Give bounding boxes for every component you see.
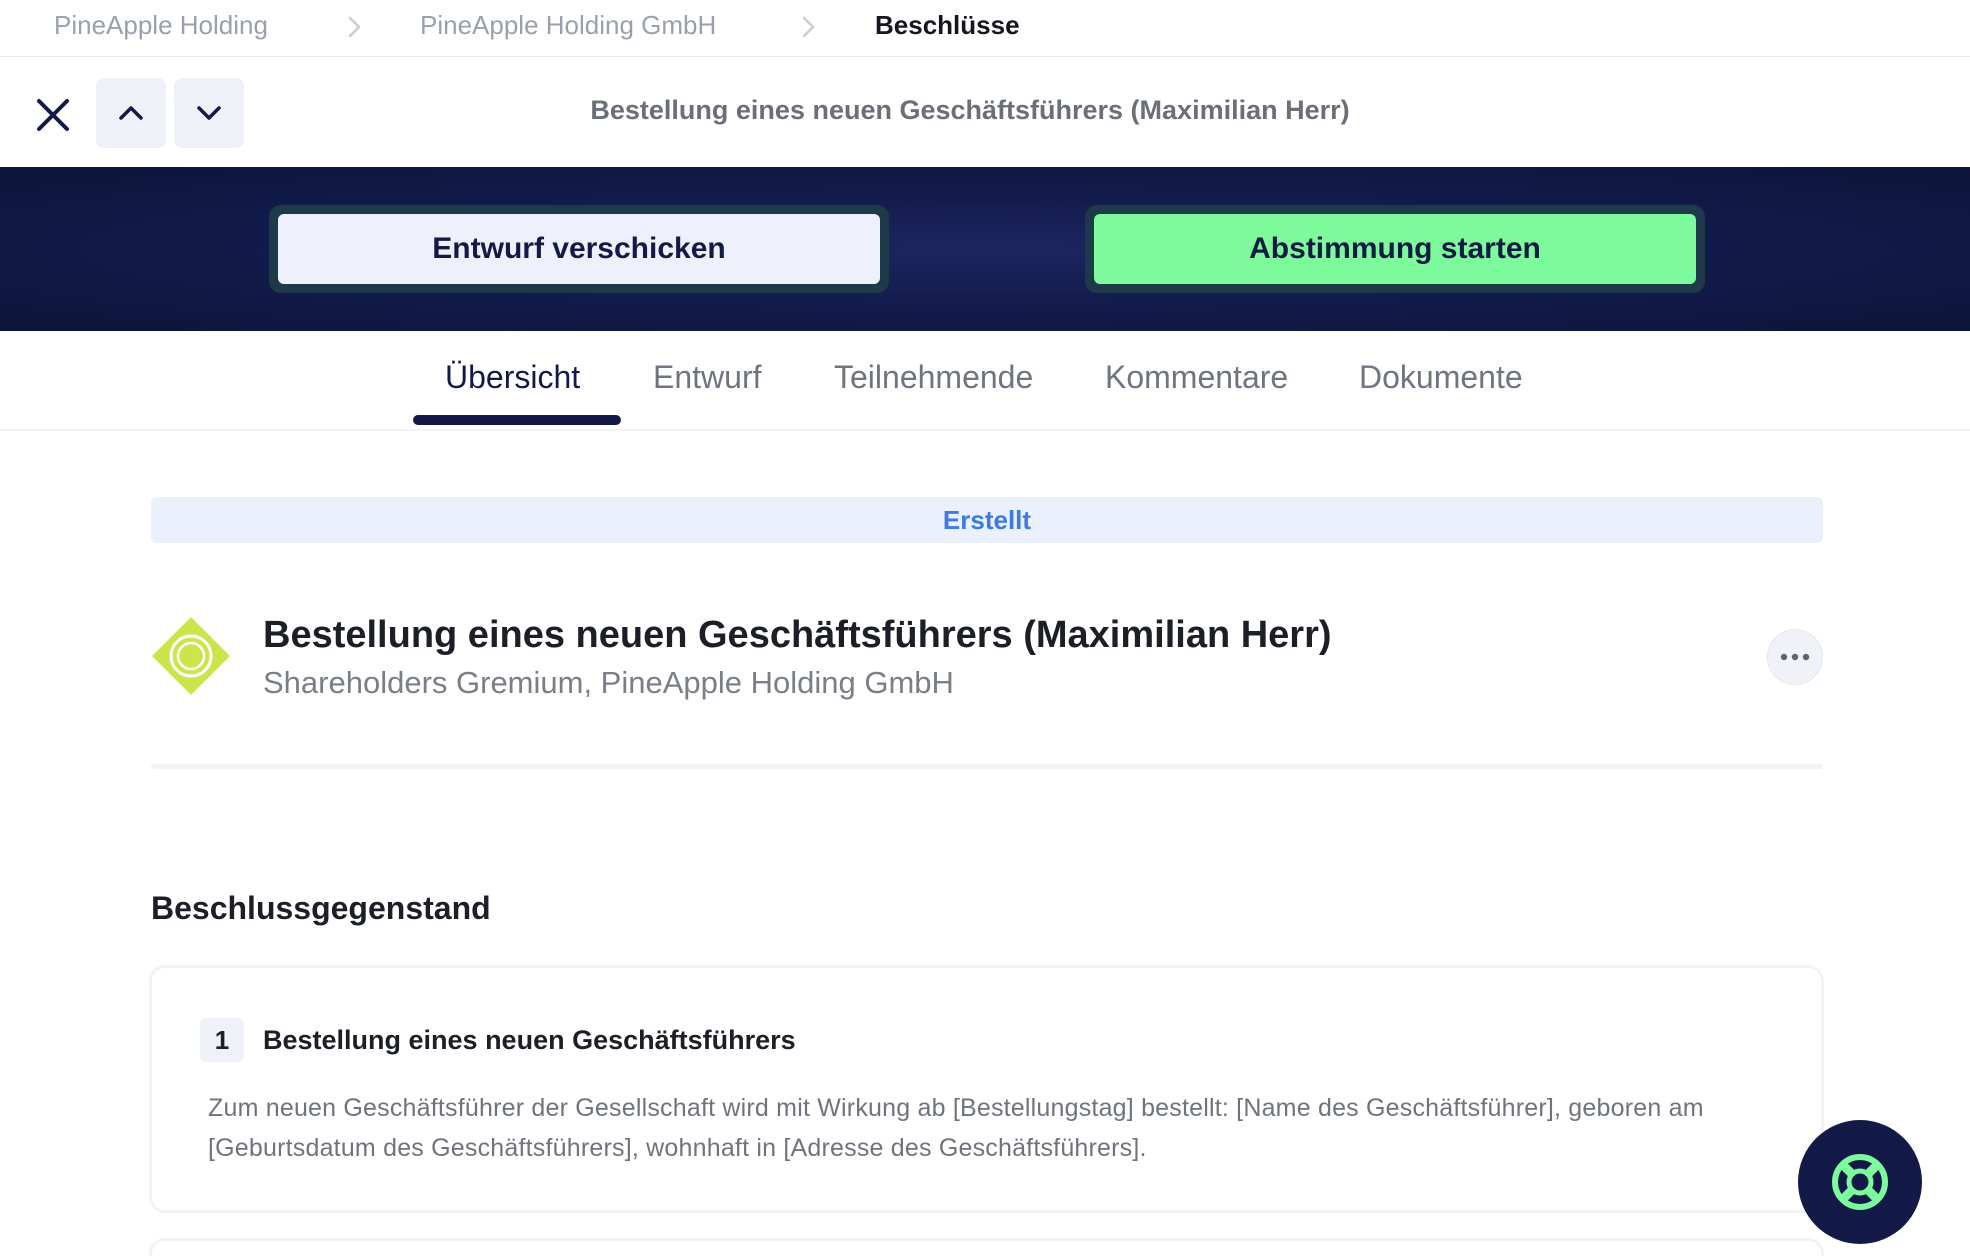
send-draft-frame: Entwurf verschicken: [269, 205, 889, 293]
tab-draft[interactable]: Entwurf: [653, 359, 761, 396]
toolbar-title: Bestellung eines neuen Geschäftsführers …: [590, 95, 1350, 125]
resolution-subtitle: Shareholders Gremium, PineApple Holding …: [263, 665, 954, 700]
lifebuoy-icon: [1832, 1154, 1888, 1210]
close-icon: [37, 99, 69, 131]
subject-card: 1 Bestellung eines neuen Geschäftsführer…: [149, 965, 1824, 1213]
resolution-title: Bestellung eines neuen Geschäftsführers …: [263, 614, 1332, 656]
breadcrumb-item-holding[interactable]: PineApple Holding: [54, 10, 268, 41]
status-badge: Erstellt: [151, 497, 1823, 543]
chevron-down-icon: [197, 106, 221, 120]
help-button[interactable]: [1798, 1120, 1922, 1244]
toolbar: Bestellung eines neuen Geschäftsführers …: [0, 57, 1970, 167]
next-button[interactable]: [174, 78, 244, 148]
item-title: Bestellung eines neuen Geschäftsführers: [263, 1025, 796, 1055]
item-number-badge: 1: [200, 1018, 244, 1062]
active-tab-indicator: [413, 415, 621, 425]
breadcrumb: PineApple Holding PineApple Holding GmbH…: [0, 0, 1970, 57]
next-card-edge: [149, 1238, 1824, 1256]
send-draft-button[interactable]: Entwurf verschicken: [278, 214, 880, 284]
chevron-up-icon: [119, 106, 143, 120]
section-divider: [151, 764, 1823, 769]
more-options-button[interactable]: [1767, 629, 1823, 685]
tab-bar: Übersicht Entwurf Teilnehmende Kommentar…: [0, 331, 1970, 431]
close-button[interactable]: [28, 90, 78, 140]
start-vote-frame: Abstimmung starten: [1085, 205, 1705, 293]
subject-heading: Beschlussgegenstand: [151, 890, 491, 926]
chevron-right-icon: [339, 12, 369, 42]
item-text: Zum neuen Geschäftsführer der Gesellscha…: [208, 1094, 1704, 1162]
breadcrumb-item-gmbh[interactable]: PineApple Holding GmbH: [420, 10, 716, 41]
ellipsis-icon: [1780, 653, 1810, 661]
action-banner: Entwurf verschicken Abstimmung starten: [0, 167, 1970, 331]
tab-documents[interactable]: Dokumente: [1359, 359, 1523, 396]
chevron-right-icon: [793, 12, 823, 42]
tab-participants[interactable]: Teilnehmende: [834, 359, 1033, 396]
previous-button[interactable]: [96, 78, 166, 148]
breadcrumb-item-current: Beschlüsse: [875, 10, 1020, 40]
tab-comments[interactable]: Kommentare: [1105, 359, 1288, 396]
tab-overview[interactable]: Übersicht: [445, 359, 580, 396]
start-vote-button[interactable]: Abstimmung starten: [1094, 214, 1696, 284]
diamond-target-icon: [150, 615, 232, 697]
